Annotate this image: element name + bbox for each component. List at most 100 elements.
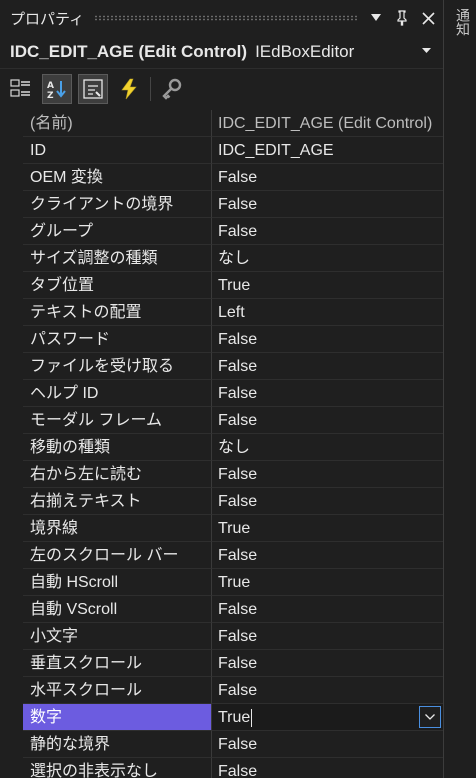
property-value[interactable]: False [212,407,443,434]
row-gutter [0,569,23,596]
property-name[interactable]: ID [23,137,212,164]
property-value[interactable]: False [212,326,443,353]
property-value[interactable]: False [212,596,443,623]
property-row[interactable]: テキストの配置 Left [0,299,443,326]
property-row[interactable]: 数字 True [0,704,443,731]
property-name[interactable]: 移動の種類 [23,434,212,461]
property-name[interactable]: 垂直スクロール [23,650,212,677]
property-row[interactable]: ファイルを受け取る False [0,353,443,380]
property-value[interactable]: False [212,488,443,515]
row-gutter [0,164,23,191]
property-name[interactable]: OEM 変換 [23,164,212,191]
property-name[interactable]: クライアントの境界 [23,191,212,218]
property-row[interactable]: 移動の種類 なし [0,434,443,461]
property-row[interactable]: 小文字 False [0,623,443,650]
property-name[interactable]: 左のスクロール バー [23,542,212,569]
property-row[interactable]: 水平スクロール False [0,677,443,704]
alphabetical-icon[interactable]: A Z [42,74,72,104]
property-name[interactable]: グループ [23,218,212,245]
property-value[interactable]: なし [212,245,443,272]
property-name[interactable]: 境界線 [23,515,212,542]
panel-titlebar[interactable]: プロパティ [0,0,443,36]
property-row[interactable]: 静的な境界 False [0,731,443,758]
properties-icon[interactable] [78,74,108,104]
property-value[interactable]: IDC_EDIT_AGE [212,137,443,164]
property-row[interactable]: 自動 HScroll True [0,569,443,596]
property-value[interactable]: Left [212,299,443,326]
row-gutter [0,353,23,380]
property-row[interactable]: 自動 VScroll False [0,596,443,623]
property-pages-icon[interactable] [157,74,187,104]
property-row[interactable]: タブ位置 True [0,272,443,299]
property-name[interactable]: (名前) [23,110,212,137]
property-value[interactable]: False [212,623,443,650]
property-name[interactable]: パスワード [23,326,212,353]
property-row[interactable]: クライアントの境界 False [0,191,443,218]
property-value[interactable]: False [212,353,443,380]
property-name[interactable]: 静的な境界 [23,731,212,758]
property-row[interactable]: 選択の非表示なし False [0,758,443,778]
property-name[interactable]: モーダル フレーム [23,407,212,434]
chevron-down-icon[interactable] [422,47,431,57]
property-value[interactable]: なし [212,434,443,461]
property-name[interactable]: 選択の非表示なし [23,758,212,778]
property-row[interactable]: パスワード False [0,326,443,353]
property-row[interactable]: 左のスクロール バー False [0,542,443,569]
property-value[interactable]: False [212,758,443,778]
property-name[interactable]: 小文字 [23,623,212,650]
property-name[interactable]: サイズ調整の種類 [23,245,212,272]
close-icon[interactable] [417,7,439,29]
property-value[interactable]: False [212,191,443,218]
property-value[interactable]: False [212,218,443,245]
value-dropdown-button[interactable] [419,706,441,728]
row-gutter [0,542,23,569]
property-row[interactable]: 垂直スクロール False [0,650,443,677]
property-name[interactable]: 数字 [23,704,212,731]
object-selector[interactable]: IDC_EDIT_AGE (Edit Control) IEdBoxEditor [0,36,443,69]
row-gutter [0,191,23,218]
property-value[interactable]: False [212,164,443,191]
property-name[interactable]: ファイルを受け取る [23,353,212,380]
property-name[interactable]: 水平スクロール [23,677,212,704]
property-row[interactable]: グループ False [0,218,443,245]
property-value[interactable]: True [212,515,443,542]
categorized-icon[interactable] [6,74,36,104]
property-name[interactable]: 右から左に読む [23,461,212,488]
property-row[interactable]: (名前) IDC_EDIT_AGE (Edit Control) [0,110,443,137]
property-name[interactable]: 右揃えテキスト [23,488,212,515]
row-gutter [0,380,23,407]
property-value[interactable]: True [212,704,443,731]
property-row[interactable]: 右揃えテキスト False [0,488,443,515]
row-gutter [0,110,23,137]
property-name[interactable]: 自動 VScroll [23,596,212,623]
property-value[interactable]: False [212,461,443,488]
notifications-tab[interactable]: 通知 [452,8,472,36]
property-name[interactable]: 自動 HScroll [23,569,212,596]
property-value[interactable]: False [212,542,443,569]
property-row[interactable]: ヘルプ ID False [0,380,443,407]
property-value[interactable]: True [212,569,443,596]
events-icon[interactable] [114,74,144,104]
property-row[interactable]: サイズ調整の種類 なし [0,245,443,272]
property-name[interactable]: タブ位置 [23,272,212,299]
property-value[interactable]: False [212,731,443,758]
drag-grip[interactable] [94,15,357,21]
property-value[interactable]: False [212,650,443,677]
property-value[interactable]: True [212,272,443,299]
property-row[interactable]: 境界線 True [0,515,443,542]
property-value[interactable]: False [212,380,443,407]
property-row[interactable]: モーダル フレーム False [0,407,443,434]
property-name[interactable]: テキストの配置 [23,299,212,326]
pin-icon[interactable] [391,7,413,29]
row-gutter [0,218,23,245]
property-value[interactable]: False [212,677,443,704]
property-row[interactable]: OEM 変換 False [0,164,443,191]
property-value-text: False [218,331,258,348]
property-row[interactable]: 右から左に読む False [0,461,443,488]
property-name[interactable]: ヘルプ ID [23,380,212,407]
row-gutter [0,650,23,677]
window-position-dropdown-icon[interactable] [365,7,387,29]
property-row[interactable]: ID IDC_EDIT_AGE [0,137,443,164]
row-gutter [0,704,23,731]
property-value[interactable]: IDC_EDIT_AGE (Edit Control) [212,110,443,137]
